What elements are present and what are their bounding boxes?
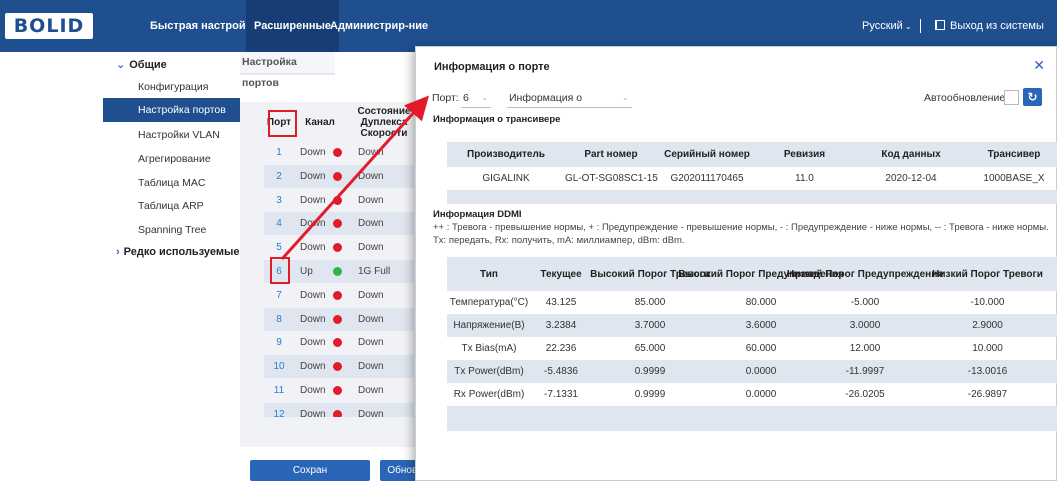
annotation-arrow	[280, 95, 430, 261]
